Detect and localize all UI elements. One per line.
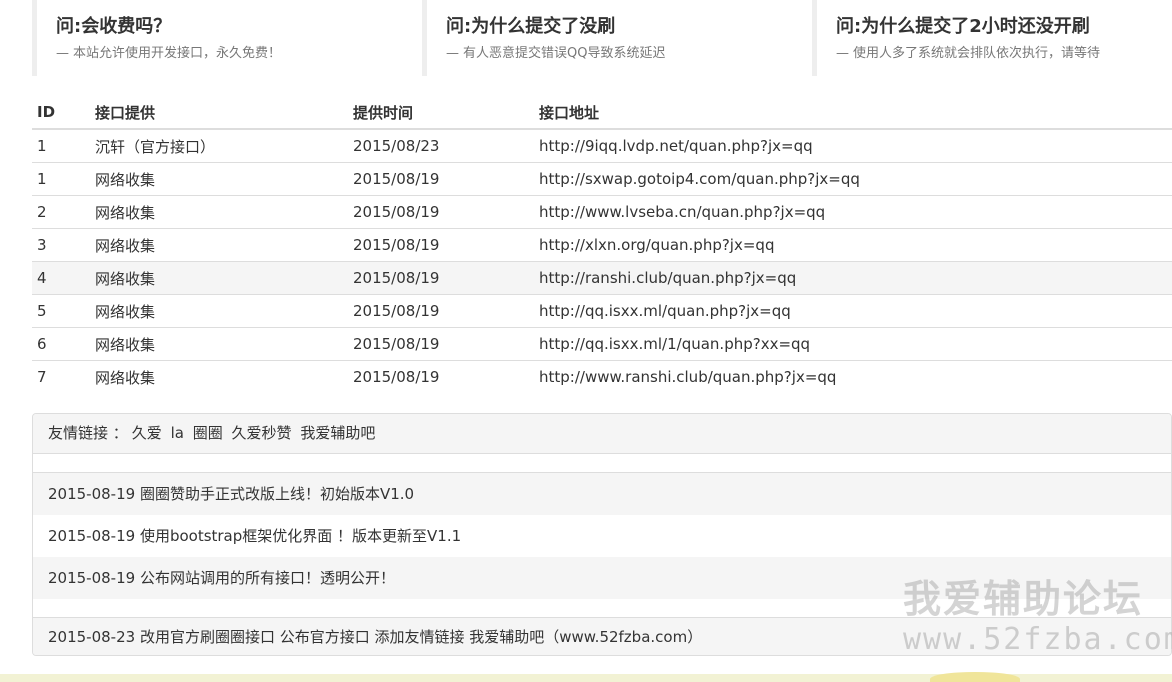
cell-id: 1 xyxy=(32,128,90,163)
list-item: 2015-08-19 使用bootstrap框架优化界面 ！版本更新至V1.1 xyxy=(48,527,462,545)
faq-desc: — 有人恶意提交错误QQ导致系统延迟 xyxy=(446,45,811,63)
faq-desc: — 本站允许使用开发接口，永久免费！ xyxy=(56,45,421,63)
cell-id: 4 xyxy=(32,261,90,295)
column-header-time: 提供时间 xyxy=(348,96,534,130)
cell-time: 2015/08/19 xyxy=(348,162,534,196)
faq-desc: — 使用人多了系统就会排队依次执行，请等待 xyxy=(836,45,1172,63)
column-header-id: ID xyxy=(32,96,90,130)
cell-url: http://qq.isxx.ml/1/quan.php?xx=qq xyxy=(534,327,1172,361)
faq-card-free: 问:会收费吗？ — 本站允许使用开发接口，永久免费！ xyxy=(32,0,421,76)
faq-desc-text: 使用人多了系统就会排队依次执行，请等待 xyxy=(853,46,1101,61)
column-header-url: 接口地址 xyxy=(534,96,1172,130)
faq-card-not-liked: 问:为什么提交了没刷 — 有人恶意提交错误QQ导致系统延迟 xyxy=(422,0,811,76)
table-row: 5 网络收集 2015/08/19 http://qq.isxx.ml/quan… xyxy=(32,294,1172,328)
bottom-ornament xyxy=(930,672,1020,682)
cell-time: 2015/08/19 xyxy=(348,228,534,262)
cell-provider: 沉轩（官方接口） xyxy=(90,128,348,163)
table-row: 4 网络收集 2015/08/19 http://ranshi.club/qua… xyxy=(32,261,1172,295)
cell-provider: 网络收集 xyxy=(90,162,348,196)
cell-provider: 网络收集 xyxy=(90,195,348,229)
friend-link-52fzba[interactable]: 我爱辅助吧 xyxy=(300,424,375,442)
page: 问:会收费吗？ — 本站允许使用开发接口，永久免费！ 问:为什么提交了没刷 — 有人… xyxy=(0,0,1172,682)
cell-id: 1 xyxy=(32,162,90,196)
cell-url: http://9iqq.lvdp.net/quan.php?jx=qq xyxy=(534,128,1172,163)
cell-id: 3 xyxy=(32,228,90,262)
friend-links-heading: 友情链接 ：久爱 la 圈圈 久爱秒赞 我爱辅助吧 xyxy=(33,414,1171,454)
list-item: 2015-08-19 圈圈赞助手正式改版上线！初始版本V1.0 xyxy=(33,473,1171,515)
table-row: 7 网络收集 2015/08/19 http://www.ranshi.club… xyxy=(32,360,1172,393)
table-row: 1 沉轩（官方接口） 2015/08/23 http://9iqq.lvdp.n… xyxy=(32,128,1172,163)
cell-id: 6 xyxy=(32,327,90,361)
cell-url: http://qq.isxx.ml/quan.php?jx=qq xyxy=(534,294,1172,328)
cell-time: 2015/08/23 xyxy=(348,128,534,163)
cell-url: http://xlxn.org/quan.php?jx=qq xyxy=(534,228,1172,262)
cell-id: 7 xyxy=(32,360,90,393)
friend-link-quanquan[interactable]: 圈圈 xyxy=(193,424,223,442)
cell-url: http://sxwap.gotoip4.com/quan.php?jx=qq xyxy=(534,162,1172,196)
friend-links-label: 友情链接 ： xyxy=(48,424,128,442)
faq-card-delay: 问:为什么提交了2小时还没开刷 — 使用人多了系统就会排队依次执行，请等待 xyxy=(812,0,1172,76)
watermark-url: www.52fzba.com xyxy=(903,622,1172,657)
faq-title: 问:会收费吗？ xyxy=(56,16,172,37)
faq-desc-text: 有人恶意提交错误QQ导致系统延迟 xyxy=(463,46,666,61)
cell-time: 2015/08/19 xyxy=(348,294,534,328)
cell-time: 2015/08/19 xyxy=(348,195,534,229)
faq-title: 问:为什么提交了2小时还没开刷 xyxy=(836,16,1090,37)
faq-section: 问:会收费吗？ — 本站允许使用开发接口，永久免费！ 问:为什么提交了没刷 — 有人… xyxy=(0,0,1172,76)
cell-provider: 网络收集 xyxy=(90,360,348,393)
cell-id: 2 xyxy=(32,195,90,229)
watermark-title: 我爱辅助论坛 xyxy=(903,577,1144,621)
cell-time: 2015/08/19 xyxy=(348,261,534,295)
table-row: 1 网络收集 2015/08/19 http://sxwap.gotoip4.c… xyxy=(32,162,1172,196)
cell-id: 5 xyxy=(32,294,90,328)
table-row: 6 网络收集 2015/08/19 http://qq.isxx.ml/1/qu… xyxy=(32,327,1172,361)
faq-desc-text: 本站允许使用开发接口，永久免费！ xyxy=(73,46,282,61)
cell-provider: 网络收集 xyxy=(90,294,348,328)
column-header-provider: 接口提供 xyxy=(90,96,348,130)
table-row: 3 网络收集 2015/08/19 http://xlxn.org/quan.p… xyxy=(32,228,1172,262)
cell-provider: 网络收集 xyxy=(90,261,348,295)
table-row: 2 网络收集 2015/08/19 http://www.lvseba.cn/q… xyxy=(32,195,1172,229)
table-header-row: ID 接口提供 提供时间 接口地址 xyxy=(32,96,1172,130)
cell-provider: 网络收集 xyxy=(90,228,348,262)
cell-time: 2015/08/19 xyxy=(348,360,534,393)
cell-provider: 网络收集 xyxy=(90,327,348,361)
friend-link-jiuai[interactable]: 久爱 xyxy=(132,424,162,442)
cell-url: http://www.ranshi.club/quan.php?jx=qq xyxy=(534,360,1172,393)
faq-title: 问:为什么提交了没刷 xyxy=(446,16,616,37)
cell-url: http://www.lvseba.cn/quan.php?jx=qq xyxy=(534,195,1172,229)
faq-dash: — xyxy=(446,46,459,61)
cell-time: 2015/08/19 xyxy=(348,327,534,361)
faq-dash: — xyxy=(836,46,849,61)
friend-link-jiuai-miaozan[interactable]: 久爱秒赞 xyxy=(232,424,292,442)
api-table: ID 接口提供 提供时间 接口地址 1 沉轩（官方接口） 2015/08/23 … xyxy=(32,96,1172,393)
faq-dash: — xyxy=(56,46,69,61)
friend-link-la[interactable]: la xyxy=(171,424,184,442)
cell-url: http://ranshi.club/quan.php?jx=qq xyxy=(534,261,1172,295)
